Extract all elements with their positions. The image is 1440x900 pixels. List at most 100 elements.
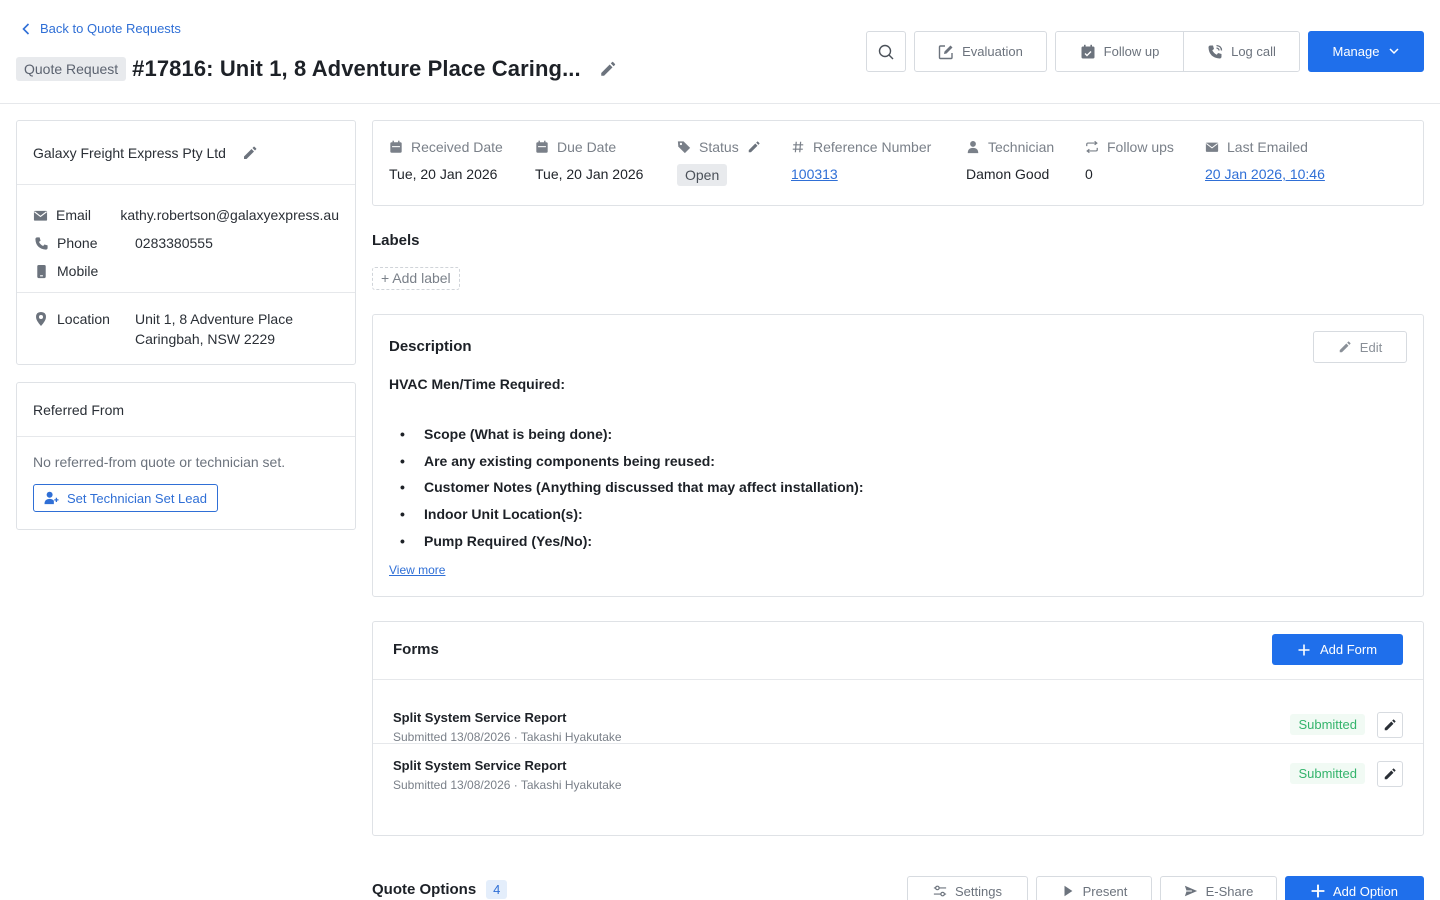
present-button[interactable]: Present [1036, 876, 1152, 900]
tag-icon [677, 141, 691, 154]
mobile-label: Mobile [57, 263, 99, 279]
pencil-icon[interactable] [599, 60, 617, 78]
record-type-badge: Quote Request [16, 57, 127, 81]
form-meta: Submitted 13/08/2026 · Takashi Hyakutake [393, 730, 622, 744]
e-share-label: E-Share [1205, 883, 1254, 899]
received-date-value: Tue, 20 Jan 2026 [389, 166, 498, 182]
location-address: Unit 1, 8 Adventure Place Caringbah, NSW… [135, 309, 293, 349]
form-row[interactable]: Split System Service Report Submitted 13… [373, 743, 1423, 806]
map-pin-icon [36, 312, 46, 326]
forms-header: Forms Add Form [373, 622, 1423, 680]
add-form-button[interactable]: Add Form [1272, 634, 1403, 665]
back-link-label: Back to Quote Requests [40, 21, 181, 36]
evaluation-label: Evaluation [962, 44, 1023, 59]
search-button[interactable] [866, 31, 906, 72]
received-date-field: Received Date Tue, 20 Jan 2026 [389, 138, 503, 182]
calendar-icon [536, 140, 548, 153]
hash-icon [792, 141, 804, 153]
add-label-button[interactable]: + Add label [372, 267, 460, 290]
send-icon [1184, 885, 1197, 897]
plus-icon [1298, 644, 1310, 655]
settings-button[interactable]: Settings [907, 876, 1028, 900]
status-label: Status [699, 139, 739, 155]
technician-field: Technician Damon Good [966, 138, 1054, 182]
status-badge[interactable]: Open [677, 164, 728, 186]
list-item: Pump Required (Yes/No): [389, 527, 864, 554]
phone-call-icon [1208, 44, 1223, 58]
e-share-button[interactable]: E-Share [1160, 876, 1277, 900]
reference-number-label: Reference Number [813, 139, 932, 155]
form-name: Split System Service Report [393, 710, 567, 725]
follow-ups-label: Follow ups [1107, 139, 1174, 155]
repeat-icon [1086, 140, 1098, 154]
contact-card: Galaxy Freight Express Pty Ltd Email kat… [16, 120, 356, 365]
last-emailed-label: Last Emailed [1227, 139, 1308, 155]
form-row[interactable]: Split System Service Report Submitted 13… [373, 680, 1423, 744]
referred-from-card: Referred From No referred-from quote or … [16, 382, 356, 530]
follow-up-label: Follow up [1103, 44, 1160, 59]
technician-label: Technician [988, 139, 1055, 155]
add-option-label: Add Option [1332, 883, 1399, 899]
plus-icon [1311, 884, 1325, 898]
pencil-icon [1339, 341, 1351, 353]
description-title: Description [389, 338, 472, 355]
view-more-link[interactable]: View more [389, 563, 445, 577]
edit-label: Edit [1359, 339, 1383, 355]
pencil-icon[interactable] [242, 145, 258, 161]
reference-number-field: Reference Number 100313 [791, 138, 931, 182]
manage-dropdown-button[interactable]: Manage [1308, 31, 1424, 72]
log-call-button[interactable]: Log call [1183, 32, 1299, 71]
manage-label: Manage [1332, 44, 1380, 59]
phone-value[interactable]: 0283380555 [135, 235, 213, 251]
user-icon [967, 141, 979, 154]
email-value[interactable]: kathy.robertson@galaxyexpress.au [120, 207, 339, 223]
referred-from-title: Referred From [17, 383, 355, 437]
last-emailed-link[interactable]: 20 Jan 2026, 10:46 [1205, 166, 1325, 182]
location-line-2: Caringbah, NSW 2229 [135, 331, 276, 347]
description-heading: HVAC Men/Time Required: [389, 376, 566, 392]
mobile-row: Mobile [33, 257, 339, 285]
calendar-check-icon [1081, 44, 1095, 58]
mobile-icon [33, 263, 49, 279]
pencil-icon [1384, 768, 1396, 780]
company-name: Galaxy Freight Express Pty Ltd [33, 144, 226, 161]
edit-form-button[interactable] [1377, 712, 1403, 738]
set-technician-lead-button[interactable]: Set Technician Set Lead [33, 484, 218, 512]
email-row: Email kathy.robertson@galaxyexpress.au [33, 201, 339, 229]
follow-ups-field: Follow ups 0 [1085, 138, 1174, 182]
phone-label: Phone [57, 235, 98, 251]
form-meta: Submitted 13/08/2026 · Takashi Hyakutake [393, 778, 622, 792]
add-option-button[interactable]: Add Option [1285, 876, 1424, 900]
edit-form-button[interactable] [1377, 761, 1403, 787]
description-card: Description Edit HVAC Men/Time Required:… [372, 314, 1424, 597]
edit-description-button[interactable]: Edit [1313, 331, 1407, 363]
reference-number-link[interactable]: 100313 [791, 166, 931, 182]
info-strip: Received Date Tue, 20 Jan 2026 Due Date … [372, 120, 1424, 206]
location-label: Location [57, 311, 110, 327]
follow-up-button[interactable]: Follow up [1056, 32, 1183, 71]
play-icon [1064, 885, 1072, 897]
pencil-icon[interactable] [747, 140, 761, 154]
back-to-quote-requests-link[interactable]: Back to Quote Requests [22, 21, 181, 36]
search-icon [878, 44, 894, 59]
email-label: Email [56, 207, 92, 223]
envelope-icon [33, 207, 48, 223]
quote-options-actions: Settings Present E-Share Add Option [907, 876, 1424, 900]
referred-empty-text: No referred-from quote or technician set… [33, 454, 286, 470]
log-call-label: Log call [1231, 44, 1276, 59]
quote-options-count-badge: 4 [486, 880, 508, 899]
list-item: Scope (What is being done): [389, 421, 864, 448]
envelope-icon [1205, 142, 1219, 152]
follow-call-group: Follow up Log call [1055, 31, 1300, 72]
chevron-down-icon [1389, 48, 1400, 55]
labels-title: Labels [372, 232, 420, 249]
list-item: Are any existing components being reused… [389, 448, 864, 475]
settings-label: Settings [955, 883, 1002, 899]
last-emailed-field: Last Emailed 20 Jan 2026, 10:46 [1205, 138, 1325, 182]
evaluation-button[interactable]: Evaluation [914, 31, 1047, 72]
follow-ups-value: 0 [1085, 166, 1093, 182]
form-name: Split System Service Report [393, 758, 567, 773]
location-row: Location Unit 1, 8 Adventure Place Carin… [17, 293, 355, 349]
due-date-field: Due Date Tue, 20 Jan 2026 [535, 138, 643, 182]
header-actions: Evaluation Follow up Log call Manage [866, 31, 1424, 72]
